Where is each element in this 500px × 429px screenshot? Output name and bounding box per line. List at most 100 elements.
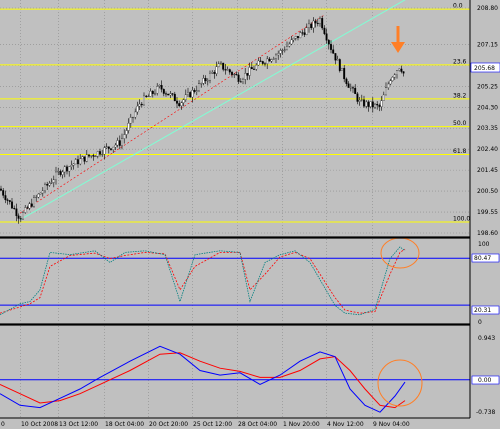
- candle-body: [250, 67, 253, 70]
- candle-body: [132, 117, 134, 119]
- candle-body: [55, 171, 57, 180]
- candle-body: [363, 99, 365, 107]
- candle-body: [162, 89, 165, 94]
- candle-body: [393, 74, 396, 78]
- stoch-bottom-label: 0: [478, 319, 482, 326]
- candle-body: [257, 60, 260, 66]
- fib-level-label: 0.0: [453, 3, 463, 10]
- candle-body: [145, 95, 148, 97]
- fib-level-label: 23.6: [453, 58, 467, 65]
- candle-body: [367, 101, 370, 107]
- candle-body: [283, 49, 286, 51]
- candle-body: [134, 111, 137, 118]
- candle-body: [255, 64, 258, 70]
- time-tick-label: 18 Oct 04:00: [105, 421, 144, 428]
- candle-body: [336, 59, 339, 61]
- candle-body: [202, 78, 205, 84]
- candle-body: [338, 59, 341, 71]
- candle-body: [101, 154, 104, 156]
- candle-body: [301, 32, 304, 34]
- time-tick-label: 25 Oct 12:00: [193, 421, 232, 428]
- time-tick-label: 10 Oct 2008: [21, 421, 58, 428]
- time-tick-label: 1 Nov 20:00: [283, 421, 320, 428]
- candle-body: [46, 184, 49, 186]
- candle-body: [200, 83, 203, 85]
- candle-body: [138, 103, 141, 107]
- candle-body: [220, 62, 222, 64]
- macd-bottom-label: -0.738: [476, 409, 496, 416]
- candle-body: [233, 74, 236, 76]
- candle-body: [268, 58, 271, 62]
- price-tick-label: 199.55: [477, 209, 498, 216]
- candle-body: [165, 93, 167, 95]
- candle-body: [176, 100, 178, 104]
- macd-zero-label: 0.00: [478, 377, 492, 384]
- candle-body: [376, 104, 379, 106]
- candle-body: [8, 200, 11, 202]
- candle-body: [114, 144, 117, 148]
- candle-body: [180, 102, 183, 107]
- candle-body: [213, 72, 216, 74]
- candle-body: [380, 100, 383, 107]
- candle-body: [305, 27, 308, 35]
- time-tick-label: 9 Nov 04:00: [373, 421, 410, 428]
- candle-body: [281, 49, 284, 51]
- candle-body: [39, 192, 42, 195]
- candle-body: [398, 68, 401, 71]
- candle-body: [4, 195, 7, 201]
- fib-level-label: 100.0: [453, 215, 470, 222]
- candle-body: [286, 46, 288, 50]
- candle-body: [374, 104, 376, 108]
- price-tick-label: 198.60: [477, 230, 498, 237]
- candle-body: [187, 92, 189, 95]
- chart-canvas[interactable]: 0.023.638.250.061.8100.0 208.80207.15206…: [0, 0, 500, 429]
- candle-body: [191, 90, 194, 98]
- candle-body: [13, 207, 16, 209]
- candle-body: [242, 79, 244, 82]
- candle-body: [50, 182, 53, 184]
- stoch-upper-level: 80.47: [474, 255, 491, 262]
- candle-body: [30, 203, 33, 207]
- candle-body: [385, 87, 387, 96]
- candle-body: [248, 67, 251, 76]
- candle-body: [290, 39, 293, 45]
- candle-body: [294, 36, 297, 39]
- candle-body: [316, 22, 319, 24]
- candle-body: [211, 72, 214, 74]
- candle-body: [184, 94, 187, 100]
- candle-body: [235, 74, 238, 76]
- candle-body: [74, 159, 77, 165]
- trading-chart[interactable]: 0.023.638.250.061.8100.0 208.80207.15206…: [0, 0, 500, 429]
- candle-body: [358, 100, 361, 102]
- time-tick-label: 28 Oct 04:00: [238, 421, 277, 428]
- price-tick-label: 207.15: [477, 41, 498, 48]
- candle-body: [41, 190, 44, 194]
- candle-body: [224, 69, 227, 71]
- candle-body: [59, 171, 62, 175]
- candle-body: [85, 154, 88, 162]
- candle-body: [279, 50, 282, 54]
- candle-body: [209, 73, 211, 81]
- candle-body: [382, 94, 385, 101]
- candle-body: [105, 146, 108, 148]
- candle-body: [127, 123, 130, 131]
- candle-body: [354, 87, 357, 94]
- candle-body: [123, 134, 126, 139]
- candle-body: [345, 78, 348, 84]
- candle-body: [387, 83, 390, 88]
- stoch-top-label: 100: [478, 241, 490, 248]
- price-tick-label: 200.50: [477, 188, 498, 195]
- candle-body: [118, 140, 121, 146]
- candle-body: [299, 32, 302, 39]
- fib-level-label: 38.2: [453, 92, 467, 99]
- candle-body: [24, 207, 27, 213]
- candle-body: [264, 63, 266, 65]
- candle-body: [288, 43, 291, 47]
- candle-body: [77, 159, 79, 165]
- candle-body: [61, 171, 64, 175]
- candle-body: [178, 103, 181, 107]
- candle-body: [332, 49, 335, 54]
- candle-body: [222, 62, 225, 70]
- candle-body: [391, 76, 394, 81]
- candle-body: [217, 63, 220, 67]
